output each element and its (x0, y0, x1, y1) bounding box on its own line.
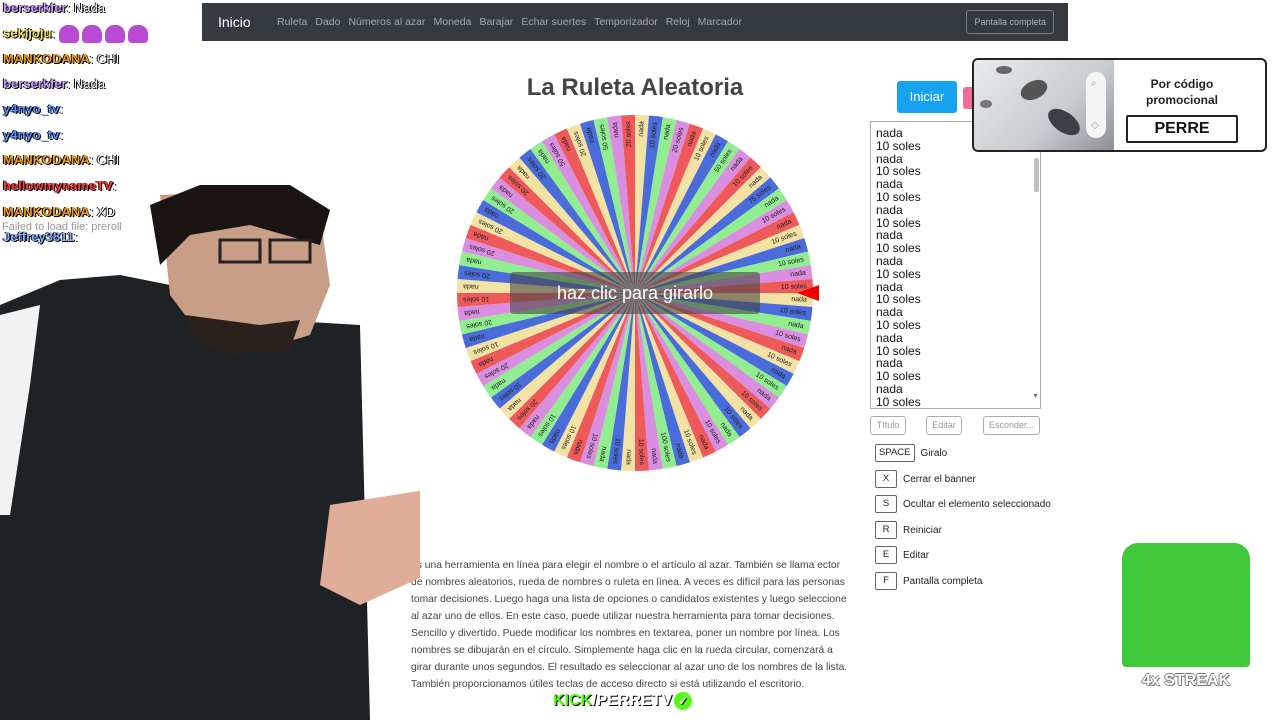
nav-link-dado[interactable]: Dado (315, 16, 340, 28)
chat-message: berserkfer: Nada (3, 0, 105, 15)
shortcut-label: Giralo (920, 447, 948, 459)
nav-link-temporizador[interactable]: Temporizador (594, 16, 658, 28)
kick-channel-text: /PERRETV (592, 692, 673, 710)
wheel-pointer-icon (797, 285, 819, 301)
shortcut-key: X (875, 470, 897, 488)
chat-message: y4nyo_tv: (3, 127, 63, 142)
shortcut-key: R (875, 521, 897, 539)
chat-username[interactable]: MANKODANA (3, 204, 90, 219)
shortcut-x: X Cerrar el banner (875, 470, 976, 488)
nav-link-ruleta[interactable]: Ruleta (277, 16, 307, 28)
page-title: La Ruleta Aleatoria (526, 74, 744, 101)
wheel-segment-label: nada (638, 121, 646, 137)
chat-text: CHI (96, 51, 120, 66)
chat-message: hellowmynameTV: (3, 178, 117, 193)
description-text: es una herramienta en línea para elegir … (411, 560, 848, 690)
streak-fist-icon (1122, 543, 1250, 667)
spin-overlay-button[interactable]: haz clic para girarlo (510, 272, 760, 314)
navbar: Inicio Ruleta Dado Números al azar Moned… (202, 3, 1068, 41)
chat-username[interactable]: MANKODANA (3, 51, 90, 66)
wheel-segment-label: 10 soles (462, 295, 489, 303)
start-button[interactable]: Iniciar (897, 81, 957, 113)
names-list-item: 10 soles (876, 266, 921, 281)
chat-username[interactable]: MANKODANA (3, 152, 90, 167)
promo-tab-strip: ⌕ ◇ (1086, 72, 1106, 138)
chat-username[interactable]: hellowmynameTV (3, 178, 113, 193)
chat-message: y4nyo_tv: (3, 101, 63, 116)
scroll-down-arrow-icon[interactable]: ▼ (1032, 393, 1039, 400)
chat-text: XD (96, 204, 115, 219)
nav-link-echar-suertes[interactable]: Echar suertes (521, 16, 586, 28)
names-list-item: 10 soles (876, 189, 921, 204)
nav-link-moneda[interactable]: Moneda (434, 16, 472, 28)
chat-username[interactable]: berserkfer (3, 0, 67, 15)
chat-username[interactable]: berserkfer (3, 76, 67, 91)
chat-message: MANKODANA: CHI (3, 152, 120, 167)
shortcut-key: S (875, 495, 897, 513)
shortcut-key: E (875, 546, 897, 564)
chat-emote-icon (81, 25, 102, 43)
chat-message: sekijoju: (3, 25, 151, 43)
kick-logo-text: KICK (553, 692, 593, 710)
search-icon[interactable]: ⌕ (1091, 78, 1097, 89)
wheel-segment-label: 10 soles (637, 439, 645, 466)
kick-watermark: KICK/PERRETV ✓ (553, 692, 693, 710)
promo-text: Por código promocional (1145, 77, 1218, 107)
hide-button[interactable]: Esconder... (983, 416, 1040, 435)
promo-banner[interactable]: ⌕ ◇ Por código promocional PERRE (972, 58, 1267, 152)
names-list-item: nada (876, 330, 903, 345)
shortcut-key: SPACE (875, 444, 915, 462)
streamer-video (0, 185, 420, 720)
nav-link-marcador[interactable]: Marcador (698, 16, 742, 28)
shortcut-label: Reiniciar (903, 524, 942, 536)
verified-check-icon: ✓ (674, 692, 693, 710)
promo-code[interactable]: PERRE (1126, 115, 1238, 143)
wheel-segment-label: 20 soles (625, 120, 633, 147)
shortcut-key: F (875, 572, 897, 590)
streak-label: 4x STREAK (1141, 672, 1231, 689)
names-list-item: 10 soles (876, 317, 921, 332)
nav-home-link[interactable]: Inicio (218, 14, 251, 30)
shortcut-label: Editar (903, 549, 930, 561)
wheel-segment-label: nada (463, 282, 479, 290)
nav-links: Ruleta Dado Números al azar Moneda Baraj… (277, 16, 750, 28)
tag-icon[interactable]: ◇ (1091, 120, 1099, 131)
shortcut-label: Ocultar el elemento seleccionado (903, 498, 1051, 510)
fullscreen-button[interactable]: Pantalla completa (966, 10, 1054, 34)
chat-emote-icon (104, 25, 125, 43)
chat-username[interactable]: y4nyo_tv (3, 101, 59, 116)
names-list-item: 10 soles (876, 394, 921, 409)
nav-link-reloj[interactable]: Reloj (666, 16, 690, 28)
chat-message: MANKODANA: CHI (3, 51, 120, 66)
chat-username[interactable]: sekijoju (3, 25, 51, 40)
names-list: nada 10 soles nada 10 soles nada 10 soles nada… (871, 122, 1040, 409)
shortcut-f: F Pantalla completa (875, 572, 983, 590)
chat-text: Nada (73, 76, 105, 91)
names-list-item: nada (876, 253, 903, 268)
chat-message: MANKODANA: XD (3, 204, 115, 219)
nav-link-barajar[interactable]: Barajar (479, 16, 513, 28)
shortcut-r: R Reiniciar (875, 521, 942, 539)
shortcut-s: S Ocultar el elemento seleccionado (875, 495, 1051, 513)
shortcut-e: E Editar (875, 546, 929, 564)
chat-message: berserkfer: Nada (3, 76, 105, 91)
nav-link-numeros[interactable]: Números al azar (348, 16, 425, 28)
title-button[interactable]: Título (870, 416, 906, 435)
chat-text: CHI (96, 152, 120, 167)
names-list-item: nada (876, 381, 903, 396)
preroll-error: Failed to load file: preroll (2, 221, 122, 233)
chat-username[interactable]: y4nyo_tv (3, 127, 59, 142)
wheel-segment-label: nada (624, 449, 632, 465)
names-textarea[interactable]: nada 10 soles nada 10 soles nada 10 soles nada… (870, 121, 1041, 409)
names-scrollbar[interactable] (1034, 158, 1039, 192)
names-list-item: nada (876, 202, 903, 217)
shortcut-space: SPACE Giralo (875, 444, 947, 462)
edit-button[interactable]: Editar (926, 416, 962, 435)
chat-emote-icon (127, 25, 148, 43)
chat-text: Nada (73, 0, 105, 15)
chat-emote-icon (58, 25, 79, 43)
shortcut-label: Pantalla completa (903, 575, 983, 587)
shortcut-label: Cerrar el banner (903, 473, 976, 485)
